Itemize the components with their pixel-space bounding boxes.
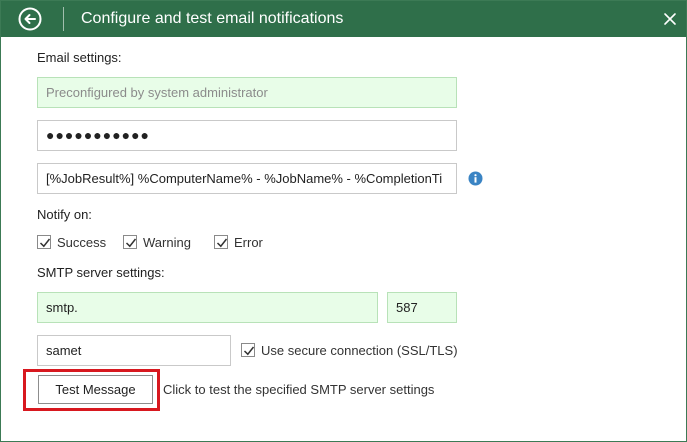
email-notifications-dialog: Configure and test email notifications E… [0, 0, 687, 442]
notify-on-label: Notify on: [37, 207, 92, 222]
title-bar: Configure and test email notifications [1, 1, 686, 37]
smtp-server-field[interactable]: smtp. [37, 292, 378, 323]
checkmark-icon [243, 346, 255, 356]
password-field[interactable]: ●●●●●●●●●●● [37, 120, 457, 151]
secure-connection-label: Use secure connection (SSL/TLS) [261, 343, 458, 358]
checkmark-icon [216, 238, 228, 248]
email-settings-label: Email settings: [37, 50, 122, 65]
notify-success-checkbox[interactable]: Success [37, 235, 117, 251]
smtp-settings-label: SMTP server settings: [37, 265, 165, 280]
notify-error-checkbox[interactable]: Error [214, 235, 284, 251]
sender-email-field[interactable]: Preconfigured by system administrator [37, 77, 457, 108]
checkmark-icon [125, 238, 137, 248]
notify-warning-checkbox[interactable]: Warning [123, 235, 208, 251]
checkbox-box[interactable] [241, 343, 255, 357]
title-separator [63, 7, 64, 31]
notify-error-label: Error [234, 235, 263, 250]
subject-field[interactable]: [%JobResult%] %ComputerName% - %JobName%… [37, 163, 457, 194]
dialog-title: Configure and test email notifications [81, 10, 344, 27]
info-icon[interactable] [468, 171, 483, 186]
checkbox-box[interactable] [214, 235, 228, 249]
test-message-button[interactable]: Test Message [38, 375, 153, 404]
notify-warning-label: Warning [143, 235, 191, 250]
test-hint-text: Click to test the specified SMTP server … [163, 382, 435, 397]
notify-success-label: Success [57, 235, 107, 250]
back-arrow-circle-icon[interactable] [18, 7, 42, 31]
smtp-username-field[interactable]: samet [37, 335, 231, 366]
checkbox-box[interactable] [37, 235, 51, 249]
smtp-port-field[interactable]: 587 [387, 292, 457, 323]
close-icon[interactable] [660, 9, 680, 29]
secure-connection-checkbox[interactable]: Use secure connection (SSL/TLS) [241, 343, 471, 359]
checkmark-icon [39, 238, 51, 248]
checkbox-box[interactable] [123, 235, 137, 249]
